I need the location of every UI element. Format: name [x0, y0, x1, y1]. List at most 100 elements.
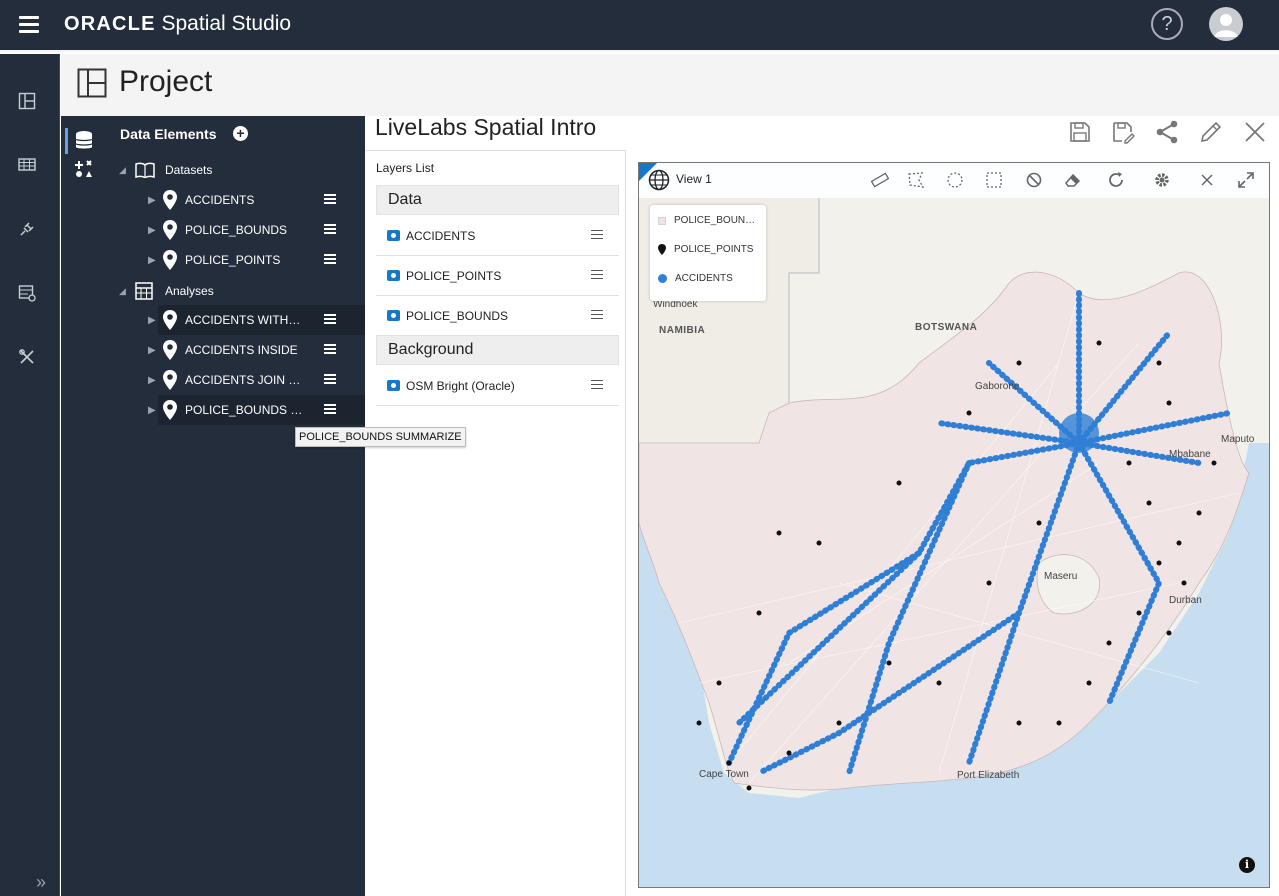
legend-item: POLICE_POINTS	[658, 244, 758, 255]
hamburger-icon[interactable]	[19, 16, 39, 34]
location-pin-icon	[163, 400, 177, 420]
expand-caret-icon[interactable]: ▶	[148, 225, 163, 236]
close-view-icon[interactable]	[1198, 171, 1216, 189]
user-avatar-icon[interactable]	[1209, 7, 1243, 41]
item-menu-icon[interactable]	[324, 314, 336, 326]
visibility-eye-icon[interactable]	[387, 380, 400, 391]
save-as-icon[interactable]	[1111, 120, 1135, 144]
dataset-item[interactable]: ▶ ACCIDENTS	[148, 185, 365, 215]
top-bar: ORACLE Spatial Studio ?	[0, 0, 1279, 52]
item-menu-icon[interactable]	[324, 224, 336, 236]
data-section-header: Data	[376, 185, 619, 215]
item-menu-icon[interactable]	[324, 194, 336, 206]
collapse-caret-icon[interactable]: ◢	[119, 286, 135, 297]
book-icon	[135, 162, 155, 178]
help-icon[interactable]: ?	[1151, 8, 1183, 40]
layer-menu-icon[interactable]	[591, 309, 603, 322]
map-label: NAMIBIA	[659, 325, 706, 336]
expand-caret-icon[interactable]: ▶	[148, 315, 163, 326]
expand-icon[interactable]	[1237, 171, 1255, 189]
info-icon[interactable]: i	[1239, 857, 1255, 873]
expand-caret-icon[interactable]: ▶	[148, 195, 163, 206]
map-label: Gaborone	[975, 381, 1020, 392]
layers-list-title: Layers List	[376, 161, 435, 175]
item-menu-icon[interactable]	[324, 344, 336, 356]
dataset-item[interactable]: ▶ POLICE_BOUNDS	[148, 215, 365, 245]
layer-label: ACCIDENTS	[406, 228, 476, 243]
expand-caret-icon[interactable]: ▶	[148, 255, 163, 266]
tools-icon[interactable]	[18, 348, 40, 370]
eraser-icon[interactable]	[1064, 171, 1082, 189]
expand-caret-icon[interactable]: ▶	[148, 375, 163, 386]
analysis-item[interactable]: ▶ ACCIDENTS JOIN POLICE	[148, 365, 365, 395]
add-element-button[interactable]: +	[233, 126, 248, 141]
analysis-label: POLICE_BOUNDS SUMMARIZE	[185, 403, 303, 417]
close-icon[interactable]	[1243, 120, 1267, 144]
active-tab-indicator	[65, 128, 68, 154]
save-icon[interactable]	[1068, 120, 1092, 144]
projects-icon[interactable]	[18, 92, 40, 114]
item-menu-icon[interactable]	[324, 374, 336, 386]
layer-menu-icon[interactable]	[591, 379, 603, 392]
analysis-item[interactable]: ▶ ACCIDENTS WITHIN DISTANCE	[148, 305, 365, 335]
collapse-caret-icon[interactable]: ◢	[119, 165, 135, 176]
datasets-icon[interactable]	[18, 156, 40, 178]
brand-oracle: ORACLE	[64, 13, 156, 35]
layers-list-panel: Layers List Data ACCIDENTS POLICE_POINTS…	[366, 150, 626, 896]
page-title: Project	[119, 65, 213, 98]
visibility-eye-icon[interactable]	[387, 270, 400, 281]
layer-label: OSM Bright (Oracle)	[406, 378, 515, 393]
share-icon[interactable]	[1155, 120, 1179, 144]
analyses-group[interactable]: ◢ Analyses	[119, 282, 214, 300]
item-menu-icon[interactable]	[324, 404, 336, 416]
rectangle-select-icon[interactable]	[985, 171, 1003, 189]
circle-select-icon[interactable]	[946, 171, 964, 189]
visibility-eye-icon[interactable]	[387, 310, 400, 321]
left-nav-rail: »	[0, 54, 60, 896]
edit-icon[interactable]	[1199, 120, 1223, 144]
polygon-select-icon[interactable]	[907, 171, 925, 189]
table-icon	[135, 282, 153, 300]
visibility-eye-icon[interactable]	[387, 230, 400, 241]
expand-caret-icon[interactable]: ▶	[148, 345, 163, 356]
analysis-item[interactable]: ▶ POLICE_BOUNDS SUMMARIZE	[148, 395, 365, 425]
settings-gear-icon[interactable]	[1153, 171, 1171, 189]
analysis-item[interactable]: ▶ ACCIDENTS INSIDE	[148, 335, 365, 365]
map-view[interactable]: Windhoek NAMIBIA BOTSWANA Gaborone Maput…	[638, 162, 1270, 888]
analyses-label: Analyses	[165, 284, 214, 298]
project-layout-icon	[77, 68, 107, 103]
datasets-group[interactable]: ◢ Datasets	[119, 162, 212, 178]
panel-tabs	[61, 116, 107, 896]
map-toolbar: View 1	[639, 163, 1269, 198]
app-brand: ORACLE Spatial Studio	[64, 12, 291, 36]
legend-label: ACCIDENTS	[675, 273, 733, 284]
elements-icon[interactable]	[74, 160, 94, 183]
location-pin-icon	[163, 220, 177, 240]
layer-row[interactable]: POLICE_POINTS	[376, 256, 619, 296]
expand-rail-icon[interactable]: »	[36, 872, 46, 893]
database-icon[interactable]	[75, 130, 93, 157]
layer-row[interactable]: POLICE_BOUNDS	[376, 296, 619, 336]
legend-label: POLICE_BOUNDS	[674, 215, 758, 226]
clear-filter-icon[interactable]	[1025, 171, 1043, 189]
location-pin-icon	[163, 250, 177, 270]
expand-caret-icon[interactable]: ▶	[148, 405, 163, 416]
legend-item: POLICE_BOUNDS	[658, 215, 758, 226]
map-label: Port Elizabeth	[957, 770, 1020, 781]
polygon-swatch-icon	[658, 216, 666, 225]
data-elements-panel: Data Elements + ◢ Datasets ▶ ACCIDENTS ▶…	[61, 116, 365, 896]
item-menu-icon[interactable]	[324, 254, 336, 266]
jobs-icon[interactable]	[18, 284, 40, 306]
layer-label: POLICE_BOUNDS	[406, 308, 509, 323]
layer-row[interactable]: ACCIDENTS	[376, 216, 619, 256]
layer-row[interactable]: OSM Bright (Oracle)	[376, 366, 619, 406]
dataset-item[interactable]: ▶ POLICE_POINTS	[148, 245, 365, 275]
map-label: Cape Town	[699, 769, 749, 780]
refresh-icon[interactable]	[1107, 171, 1125, 189]
map-legend: POLICE_BOUNDS POLICE_POINTS ACCIDENTS	[650, 205, 766, 301]
ruler-icon[interactable]	[871, 171, 889, 189]
connections-icon[interactable]	[18, 220, 40, 242]
layer-menu-icon[interactable]	[591, 229, 603, 242]
map-label: Maseru	[1044, 571, 1078, 582]
layer-menu-icon[interactable]	[591, 269, 603, 282]
